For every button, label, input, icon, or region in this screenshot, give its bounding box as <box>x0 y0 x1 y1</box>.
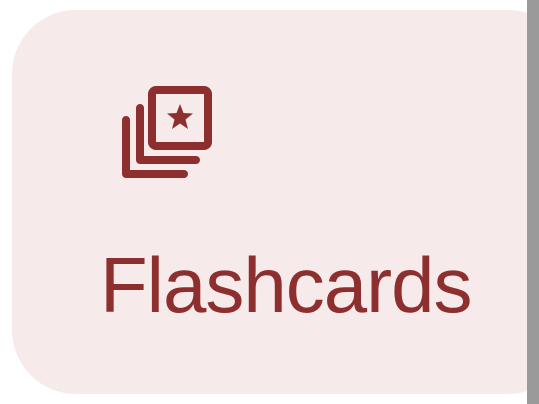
flashcards-card[interactable]: Flashcards <box>12 10 539 394</box>
flashcards-label: Flashcards <box>100 241 472 329</box>
viewport: Flashcards <box>0 0 539 404</box>
scrollbar[interactable] <box>527 0 539 404</box>
flashcards-icon <box>106 78 218 190</box>
